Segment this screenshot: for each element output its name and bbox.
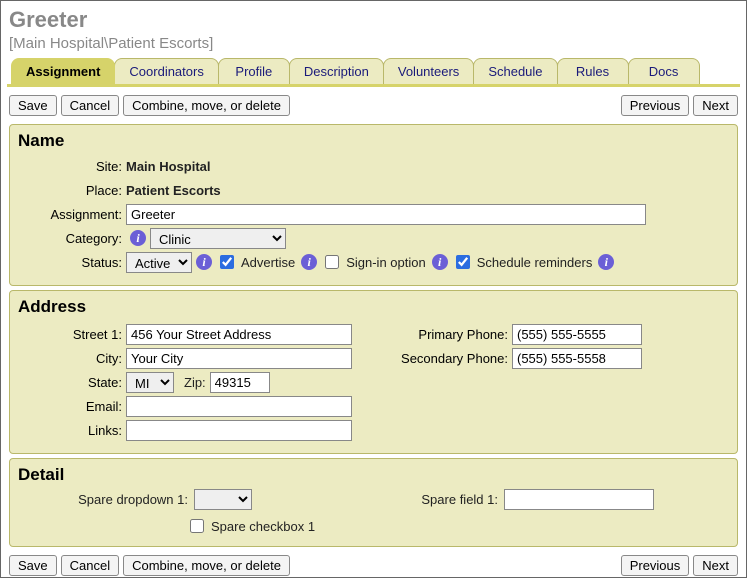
- email-label: Email:: [18, 399, 126, 414]
- name-panel: Name Site: Main Hospital Place: Patient …: [9, 124, 738, 286]
- category-select[interactable]: Clinic: [150, 228, 286, 249]
- page-title: Greeter: [9, 7, 738, 33]
- state-select[interactable]: MI: [126, 372, 174, 393]
- primary-phone-label: Primary Phone:: [382, 327, 512, 342]
- previous-button[interactable]: Previous: [621, 95, 690, 116]
- links-input[interactable]: [126, 420, 352, 441]
- info-icon[interactable]: i: [130, 230, 146, 246]
- info-icon[interactable]: i: [196, 254, 212, 270]
- cancel-button[interactable]: Cancel: [61, 95, 119, 116]
- assignment-label: Assignment:: [18, 207, 126, 222]
- info-icon[interactable]: i: [301, 254, 317, 270]
- tab-rules[interactable]: Rules: [557, 58, 629, 84]
- tab-strip: Assignment Coordinators Profile Descript…: [7, 58, 740, 87]
- tab-profile[interactable]: Profile: [218, 58, 290, 84]
- bottom-button-row: Save Cancel Combine, move, or delete Pre…: [9, 555, 738, 576]
- city-label: City:: [18, 351, 126, 366]
- detail-panel: Detail Spare dropdown 1: Spare field 1: …: [9, 458, 738, 547]
- reminders-label[interactable]: Schedule reminders: [477, 255, 593, 270]
- signin-label[interactable]: Sign-in option: [346, 255, 426, 270]
- signin-checkbox[interactable]: [325, 255, 339, 269]
- tab-coordinators[interactable]: Coordinators: [114, 58, 218, 84]
- reminders-checkbox[interactable]: [456, 255, 470, 269]
- email-input[interactable]: [126, 396, 352, 417]
- tab-assignment[interactable]: Assignment: [11, 58, 115, 84]
- next-button[interactable]: Next: [693, 555, 738, 576]
- name-heading: Name: [18, 131, 729, 151]
- zip-label: Zip:: [174, 375, 210, 390]
- spare-checkbox-label[interactable]: Spare checkbox 1: [211, 519, 315, 534]
- advertise-checkbox[interactable]: [220, 255, 234, 269]
- save-button[interactable]: Save: [9, 95, 57, 116]
- info-icon[interactable]: i: [598, 254, 614, 270]
- tab-schedule[interactable]: Schedule: [473, 58, 557, 84]
- previous-button[interactable]: Previous: [621, 555, 690, 576]
- spare-dropdown-label: Spare dropdown 1:: [18, 492, 188, 507]
- secondary-phone-label: Secondary Phone:: [382, 351, 512, 366]
- combine-button[interactable]: Combine, move, or delete: [123, 95, 290, 116]
- secondary-phone-input[interactable]: [512, 348, 642, 369]
- save-button[interactable]: Save: [9, 555, 57, 576]
- status-label: Status:: [18, 255, 126, 270]
- place-value: Patient Escorts: [126, 183, 221, 198]
- spare-field-label: Spare field 1:: [408, 492, 498, 507]
- breadcrumb: [Main Hospital\Patient Escorts]: [9, 35, 738, 52]
- top-button-row: Save Cancel Combine, move, or delete Pre…: [9, 95, 738, 116]
- place-label: Place:: [18, 183, 126, 198]
- street1-label: Street 1:: [18, 327, 126, 342]
- status-select[interactable]: Active: [126, 252, 192, 273]
- assignment-input[interactable]: [126, 204, 646, 225]
- address-panel: Address Street 1: City: State: MI Zip: E…: [9, 290, 738, 454]
- spare-field-input[interactable]: [504, 489, 654, 510]
- site-value: Main Hospital: [126, 159, 211, 174]
- cancel-button[interactable]: Cancel: [61, 555, 119, 576]
- state-label: State:: [18, 375, 126, 390]
- spare-checkbox[interactable]: [190, 519, 204, 533]
- tab-volunteers[interactable]: Volunteers: [383, 58, 474, 84]
- spare-dropdown-select[interactable]: [194, 489, 252, 510]
- detail-heading: Detail: [18, 465, 729, 485]
- next-button[interactable]: Next: [693, 95, 738, 116]
- address-heading: Address: [18, 297, 729, 317]
- links-label: Links:: [18, 423, 126, 438]
- tab-description[interactable]: Description: [289, 58, 384, 84]
- city-input[interactable]: [126, 348, 352, 369]
- category-label: Category:: [18, 231, 126, 246]
- combine-button[interactable]: Combine, move, or delete: [123, 555, 290, 576]
- street1-input[interactable]: [126, 324, 352, 345]
- tab-docs[interactable]: Docs: [628, 58, 700, 84]
- advertise-label[interactable]: Advertise: [241, 255, 295, 270]
- site-label: Site:: [18, 159, 126, 174]
- info-icon[interactable]: i: [432, 254, 448, 270]
- zip-input[interactable]: [210, 372, 270, 393]
- primary-phone-input[interactable]: [512, 324, 642, 345]
